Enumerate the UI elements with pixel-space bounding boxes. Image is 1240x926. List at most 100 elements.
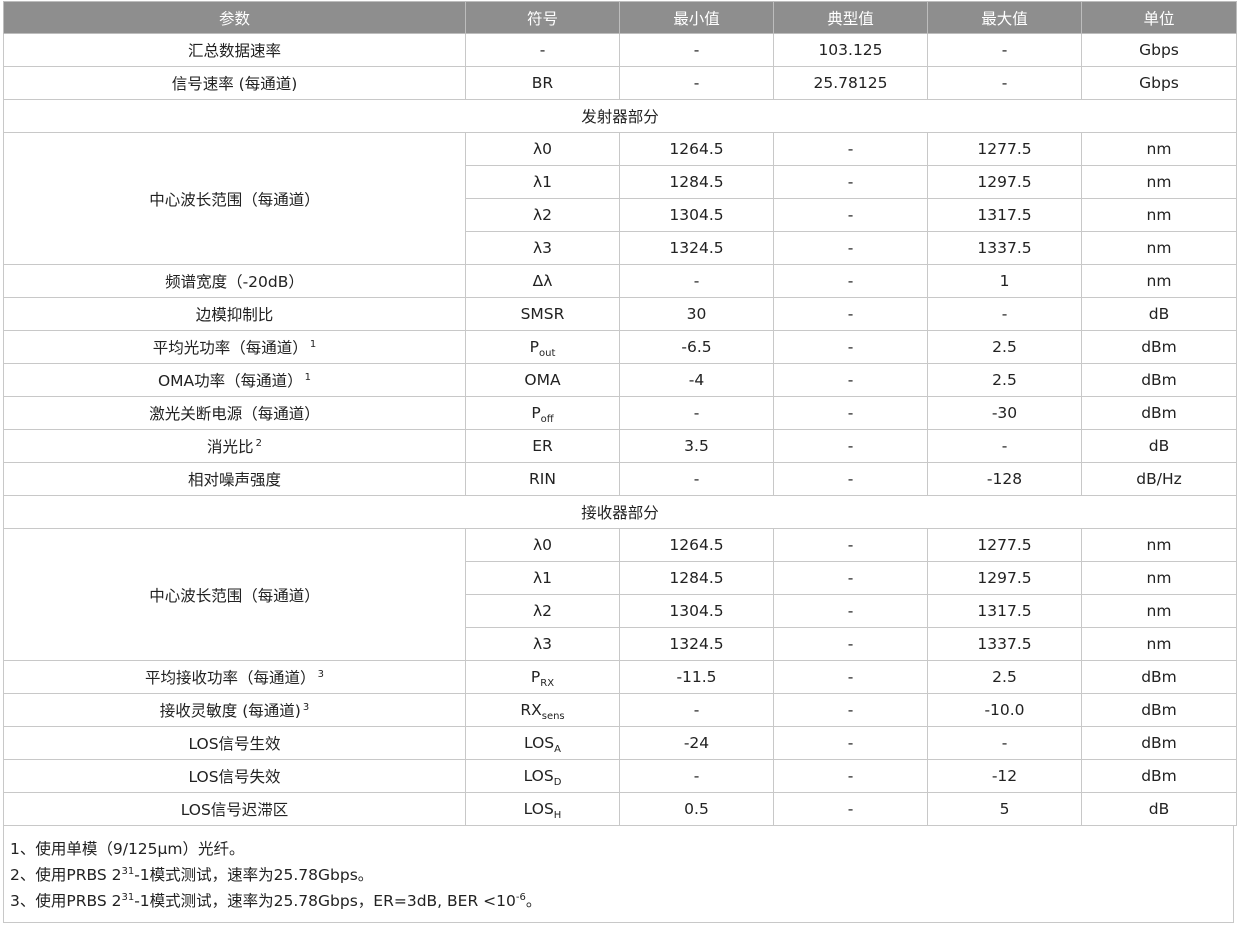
- footnote-2-text: 2、使用PRBS 2: [10, 866, 122, 884]
- symbol-cell: λ3: [465, 231, 620, 265]
- symbol-text: OMA: [524, 371, 561, 389]
- min-value-cell: 1264.5: [619, 132, 774, 166]
- min-value-cell: 30: [619, 297, 774, 331]
- table-row: 汇总数据速率 - -103.125- Gbps: [3, 33, 1237, 67]
- symbol-text: RIN: [529, 470, 556, 488]
- typ-value-cell: -: [773, 264, 928, 298]
- unit-cell: nm: [1081, 231, 1237, 265]
- param-cell: OMA功率（每通道） 1: [3, 363, 466, 397]
- typ-value-cell: -: [773, 462, 928, 496]
- section-title: 接收器部分: [3, 495, 1237, 529]
- symbol-text: LOS: [524, 734, 555, 752]
- symbol-subscript: off: [540, 414, 554, 425]
- max-value-cell: -: [927, 66, 1082, 100]
- max-value-cell: -12: [927, 759, 1082, 793]
- symbol-text: λ1: [532, 173, 553, 191]
- symbol-cell: PRX: [465, 660, 620, 694]
- min-value-cell: 1324.5: [619, 627, 774, 661]
- min-value-cell: -24: [619, 726, 774, 760]
- max-value-cell: 1317.5: [927, 594, 1082, 628]
- unit-cell: dB: [1081, 429, 1237, 463]
- param-footnote-ref: 1: [309, 339, 317, 350]
- symbol-cell: RIN: [465, 462, 620, 496]
- param-cell: 激光关断电源（每通道）: [3, 396, 466, 430]
- max-value-cell: -10.0: [927, 693, 1082, 727]
- min-value-cell: 1324.5: [619, 231, 774, 265]
- param-text: 汇总数据速率: [187, 42, 281, 60]
- unit-cell: nm: [1081, 165, 1237, 199]
- symbol-cell: λ1: [465, 165, 620, 199]
- symbol-cell: LOSA: [465, 726, 620, 760]
- section-row: 接收器部分: [3, 495, 1237, 529]
- typ-value-cell: -: [773, 660, 928, 694]
- unit-cell: dBm: [1081, 660, 1237, 694]
- max-value-cell: 2.5: [927, 660, 1082, 694]
- max-value-cell: 2.5: [927, 330, 1082, 364]
- unit-cell: dB/Hz: [1081, 462, 1237, 496]
- symbol-text: P: [531, 404, 541, 422]
- symbol-text: λ0: [532, 140, 553, 158]
- typ-value-cell: -: [773, 330, 928, 364]
- param-cell: 接收灵敏度 (每通道) 3: [3, 693, 466, 727]
- typ-value-cell: -: [773, 792, 928, 826]
- typ-value-cell: -: [773, 726, 928, 760]
- param-cell: LOS信号失效: [3, 759, 466, 793]
- symbol-subscript: RX: [540, 678, 555, 689]
- symbol-text: P: [529, 338, 539, 356]
- table-row: 频谱宽度（-20dB） Δλ - -1 nm: [3, 264, 1237, 298]
- min-value-cell: -: [619, 759, 774, 793]
- typ-value-cell: -: [773, 429, 928, 463]
- param-cell: 信号速率 (每通道): [3, 66, 466, 100]
- symbol-text: -: [539, 41, 546, 59]
- param-text: 边模抑制比: [195, 306, 274, 324]
- symbol-cell: λ0: [465, 132, 620, 166]
- param-text: LOS信号迟滞区: [180, 801, 289, 819]
- min-value-cell: 1264.5: [619, 528, 774, 562]
- max-value-cell: 2.5: [927, 363, 1082, 397]
- symbol-subscript: H: [553, 810, 562, 821]
- symbol-text: LOS: [523, 767, 554, 785]
- footnote-3-text: 3、使用PRBS 2: [10, 892, 122, 910]
- footnote-3-text-mid: -1模式测试，速率为25.78Gbps，ER=3dB, BER <10: [134, 892, 516, 910]
- unit-cell: dB: [1081, 792, 1237, 826]
- symbol-subscript: A: [554, 744, 561, 755]
- param-cell: 中心波长范围（每通道）: [3, 528, 466, 661]
- table-row: LOS信号失效 LOSD - - -12 dBm: [3, 759, 1237, 793]
- header-min: 最小值: [619, 1, 774, 34]
- unit-cell: Gbps: [1081, 66, 1237, 100]
- param-text: 平均接收功率（每通道）: [145, 669, 316, 687]
- param-text: 平均光功率（每通道）: [152, 339, 308, 357]
- table-row: 接收灵敏度 (每通道) 3 RXsens - - -10.0 dBm: [3, 693, 1237, 727]
- header-unit: 单位: [1081, 1, 1237, 34]
- section-title: 发射器部分: [3, 99, 1237, 133]
- symbol-text: LOS: [523, 800, 554, 818]
- max-value-cell: -: [927, 726, 1082, 760]
- footnote-2-text-tail: -1模式测试，速率为25.78Gbps。: [134, 866, 374, 884]
- min-value-cell: -: [619, 66, 774, 100]
- min-value-cell: 1284.5: [619, 165, 774, 199]
- param-cell: LOS信号生效: [3, 726, 466, 760]
- typ-value-cell: -: [773, 594, 928, 628]
- param-text: 消光比: [207, 438, 254, 456]
- max-value-cell: -: [927, 33, 1082, 67]
- table-row: 中心波长范围（每通道） λ0 1264.5-1277.5 nm: [3, 132, 1237, 265]
- param-cell: 边模抑制比: [3, 297, 466, 331]
- table-row: 消光比 2 ER 3.5- - dB: [3, 429, 1237, 463]
- symbol-subscript: sens: [541, 711, 565, 722]
- symbol-text: P: [530, 668, 541, 686]
- max-value-cell: 1337.5: [927, 231, 1082, 265]
- symbol-text: RX: [520, 701, 542, 719]
- table-row: LOS信号生效 LOSA -24- - dBm: [3, 726, 1237, 760]
- symbol-text: λ0: [532, 536, 553, 554]
- unit-cell: nm: [1081, 561, 1237, 595]
- typ-value-cell: -: [773, 231, 928, 265]
- max-value-cell: 1277.5: [927, 132, 1082, 166]
- symbol-cell: λ0: [465, 528, 620, 562]
- unit-cell: dB: [1081, 297, 1237, 331]
- unit-cell: dBm: [1081, 330, 1237, 364]
- typ-value-cell: -: [773, 627, 928, 661]
- symbol-cell: λ2: [465, 198, 620, 232]
- max-value-cell: -30: [927, 396, 1082, 430]
- param-cell: 汇总数据速率: [3, 33, 466, 67]
- unit-cell: nm: [1081, 132, 1237, 166]
